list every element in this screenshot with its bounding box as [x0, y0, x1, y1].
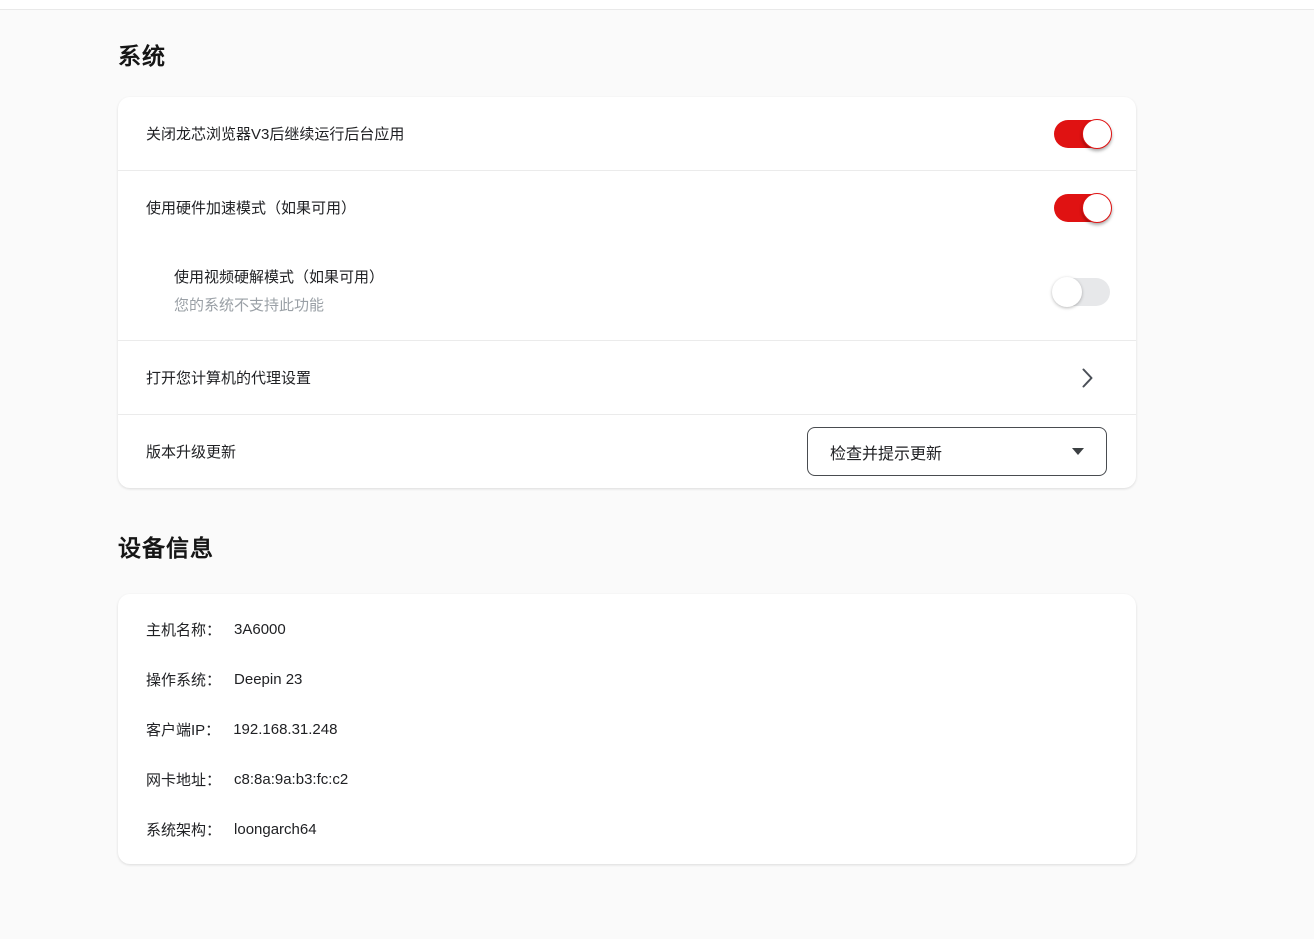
section-title-device: 设备信息	[118, 535, 214, 561]
row-proxy-settings[interactable]: 打开您计算机的代理设置	[118, 341, 1136, 414]
top-toolbar-edge	[0, 0, 1314, 10]
version-update-label: 版本升级更新	[146, 444, 237, 461]
video-decode-text: 使用视频硬解模式（如果可用） 您的系统不支持此功能	[174, 264, 384, 320]
device-info-card: 主机名称： 3A6000 操作系统： Deepin 23 客户端IP： 192.…	[118, 594, 1136, 864]
background-apps-label: 关闭龙芯浏览器V3后继续运行后台应用	[146, 126, 405, 143]
info-row-mac-address: 网卡地址： c8:8a:9a:b3:fc:c2	[118, 754, 1136, 804]
toggle-knob	[1052, 277, 1082, 307]
arch-label: 系统架构：	[146, 821, 222, 839]
info-row-os: 操作系统： Deepin 23	[118, 654, 1136, 704]
row-hardware-accel: 使用硬件加速模式（如果可用）	[118, 171, 1136, 244]
hostname-value: 3A6000	[234, 620, 286, 638]
video-decode-sublabel: 您的系统不支持此功能	[174, 297, 325, 314]
mac-address-value: c8:8a:9a:b3:fc:c2	[234, 770, 349, 788]
caret-down-icon	[1072, 448, 1084, 455]
settings-content: 系统 关闭龙芯浏览器V3后继续运行后台应用 使用硬件加速模式（如果可用） 使用视…	[0, 41, 1314, 864]
client-ip-value: 192.168.31.248	[233, 720, 338, 738]
row-version-update: 版本升级更新 检查并提示更新	[118, 415, 1136, 488]
os-label: 操作系统：	[146, 671, 222, 689]
info-row-hostname: 主机名称： 3A6000	[118, 604, 1136, 654]
row-video-decode: 使用视频硬解模式（如果可用） 您的系统不支持此功能	[118, 244, 1136, 340]
client-ip-label: 客户端IP：	[146, 721, 221, 739]
hardware-accel-label: 使用硬件加速模式（如果可用）	[146, 200, 357, 217]
row-background-apps: 关闭龙芯浏览器V3后继续运行后台应用	[118, 97, 1136, 170]
video-decode-toggle[interactable]	[1052, 277, 1110, 307]
mac-address-label: 网卡地址：	[146, 771, 222, 789]
video-decode-label: 使用视频硬解模式（如果可用）	[174, 269, 385, 286]
info-row-client-ip: 客户端IP： 192.168.31.248	[118, 704, 1136, 754]
chevron-right-icon	[1081, 367, 1094, 389]
background-apps-toggle[interactable]	[1054, 118, 1112, 149]
toggle-knob	[1082, 118, 1112, 149]
info-row-arch: 系统架构： loongarch64	[118, 804, 1136, 854]
update-mode-select[interactable]: 检查并提示更新	[807, 427, 1107, 476]
proxy-settings-label: 打开您计算机的代理设置	[146, 370, 312, 387]
update-mode-selected-value: 检查并提示更新	[830, 445, 943, 463]
hardware-accel-toggle[interactable]	[1054, 192, 1112, 223]
hostname-label: 主机名称：	[146, 621, 222, 639]
arch-value: loongarch64	[234, 820, 317, 838]
system-settings-card: 关闭龙芯浏览器V3后继续运行后台应用 使用硬件加速模式（如果可用） 使用视频硬解…	[118, 97, 1136, 488]
os-value: Deepin 23	[234, 670, 303, 688]
toggle-knob	[1082, 192, 1112, 223]
section-title-system: 系统	[118, 43, 166, 69]
